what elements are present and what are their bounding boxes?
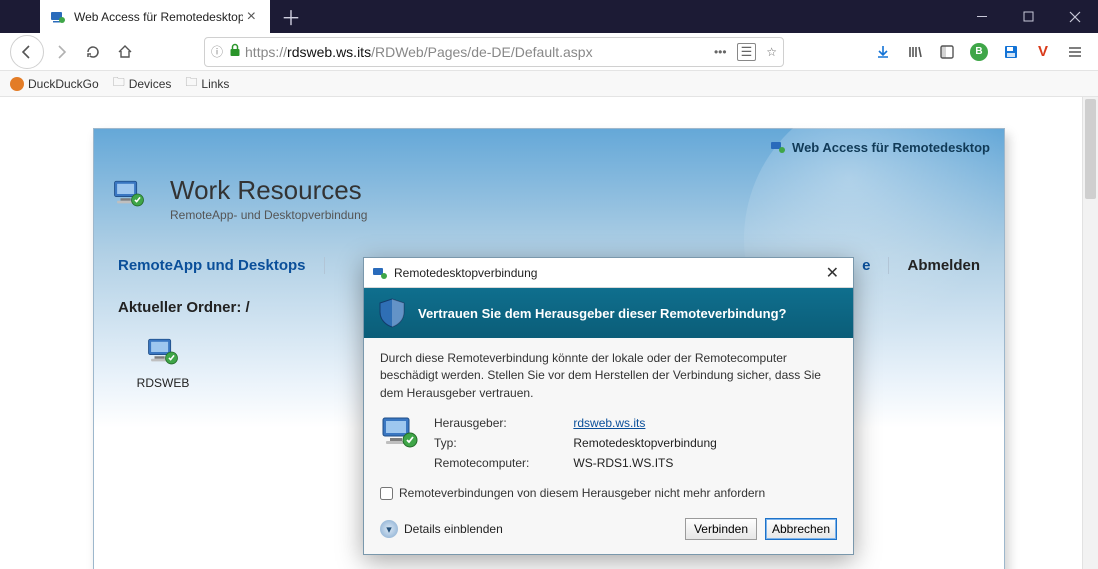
- v-addon-icon[interactable]: V: [1034, 43, 1052, 61]
- shield-icon: [378, 298, 406, 328]
- page-action-dots-icon[interactable]: •••: [714, 45, 727, 59]
- connect-button[interactable]: Verbinden: [685, 518, 757, 540]
- rdweb-header: Work Resources RemoteApp- und Desktopver…: [112, 175, 367, 222]
- rdp-icon: [372, 265, 388, 281]
- bookmark-links[interactable]: 🗀 Links: [185, 73, 229, 94]
- rdweb-body: Aktueller Ordner: / RDSWEB: [118, 299, 250, 390]
- vertical-scrollbar[interactable]: [1082, 97, 1098, 569]
- rdp-trust-dialog: Remotedesktopverbindung ✕ Vertrauen Sie …: [363, 257, 854, 555]
- label-publisher: Herausgeber:: [434, 416, 529, 430]
- window-controls: [960, 0, 1098, 33]
- current-folder-label: Aktueller Ordner: /: [118, 299, 250, 316]
- dialog-banner: Vertrauen Sie dem Herausgeber dieser Rem…: [364, 288, 853, 338]
- tab-favicon: [50, 9, 66, 25]
- remoteapp-name: RDSWEB: [137, 376, 190, 390]
- folder-icon: 🗀: [113, 73, 125, 94]
- dont-ask-checkbox-row[interactable]: Remoteverbindungen von diesem Herausgebe…: [380, 486, 837, 500]
- window-titlebar: Web Access für Remotedesktop × ＋: [0, 0, 1098, 33]
- bookmark-star-icon[interactable]: ☆: [766, 45, 777, 59]
- window-minimize-button[interactable]: [960, 0, 1006, 33]
- url-host: rdsweb.ws.its: [287, 44, 371, 60]
- tab-signout[interactable]: Abmelden: [907, 257, 980, 274]
- window-close-button[interactable]: [1052, 0, 1098, 33]
- rdweb-logo-icon: [112, 179, 158, 219]
- cancel-button[interactable]: Abbrechen: [765, 518, 837, 540]
- library-icon[interactable]: [906, 43, 924, 61]
- bookmark-duckduckgo[interactable]: DuckDuckGo: [10, 77, 99, 91]
- value-type: Remotedesktopverbindung: [573, 436, 716, 450]
- ublock-icon[interactable]: B: [970, 43, 988, 61]
- value-publisher-link[interactable]: rdsweb.ws.its: [573, 416, 716, 430]
- window-maximize-button[interactable]: [1006, 0, 1052, 33]
- toolbar-right: B V: [874, 43, 1088, 61]
- rdweb-title: Work Resources: [170, 175, 367, 206]
- nav-home-button[interactable]: [110, 37, 140, 67]
- tab-close-button[interactable]: ×: [243, 7, 260, 27]
- url-path: /RDWeb/Pages/de-DE/Default.aspx: [371, 44, 593, 60]
- dialog-footer: ▾ Details einblenden Verbinden Abbrechen: [380, 518, 837, 540]
- remoteapp-item[interactable]: RDSWEB: [118, 334, 208, 390]
- dont-ask-checkbox[interactable]: [380, 487, 393, 500]
- bookmark-label: Links: [201, 77, 229, 91]
- dialog-title: Remotedesktopverbindung: [394, 266, 537, 280]
- dialog-banner-text: Vertrauen Sie dem Herausgeber dieser Rem…: [418, 306, 786, 321]
- dialog-close-button[interactable]: ✕: [820, 261, 845, 285]
- sidebar-icon[interactable]: [938, 43, 956, 61]
- show-details-button[interactable]: ▾ Details einblenden: [380, 520, 503, 538]
- rdweb-brand-label: Web Access für Remotedesktop: [770, 139, 990, 155]
- dont-ask-label: Remoteverbindungen von diesem Herausgebe…: [399, 486, 765, 500]
- nav-reload-button[interactable]: [78, 37, 108, 67]
- url-text: https://rdsweb.ws.its/RDWeb/Pages/de-DE/…: [245, 44, 714, 60]
- nav-back-button[interactable]: [10, 35, 44, 69]
- browser-tab[interactable]: Web Access für Remotedesktop ×: [40, 0, 270, 33]
- dialog-info-block: Herausgeber: Typ: Remotecomputer: rdsweb…: [380, 416, 837, 470]
- show-details-label: Details einblenden: [404, 522, 503, 536]
- dialog-info-icon: [380, 416, 420, 470]
- bookmark-label: DuckDuckGo: [28, 77, 99, 91]
- url-protocol: https://: [245, 44, 287, 60]
- downloads-icon[interactable]: [874, 43, 892, 61]
- dialog-warning-text: Durch diese Remoteverbindung könnte der …: [380, 350, 837, 402]
- url-bar[interactable]: ⓘ https://rdsweb.ws.its/RDWeb/Pages/de-D…: [204, 37, 784, 67]
- reader-mode-icon[interactable]: ☰: [737, 43, 757, 61]
- dialog-titlebar[interactable]: Remotedesktopverbindung ✕: [364, 258, 853, 288]
- duckduckgo-icon: [10, 77, 24, 91]
- browser-navbar: ⓘ https://rdsweb.ws.its/RDWeb/Pages/de-D…: [0, 33, 1098, 71]
- bookmark-devices[interactable]: 🗀 Devices: [113, 73, 172, 94]
- hamburger-menu-icon[interactable]: [1066, 43, 1084, 61]
- dialog-body: Durch diese Remoteverbindung könnte der …: [364, 338, 853, 554]
- bookmarks-bar: DuckDuckGo 🗀 Devices 🗀 Links: [0, 71, 1098, 97]
- nav-forward-button[interactable]: [46, 37, 76, 67]
- remoteapp-icon: [118, 334, 208, 370]
- label-remote: Remotecomputer:: [434, 456, 529, 470]
- new-tab-button[interactable]: ＋: [276, 0, 306, 33]
- scrollbar-thumb[interactable]: [1085, 99, 1096, 199]
- chevron-down-icon: ▾: [380, 520, 398, 538]
- value-remote: WS-RDS1.WS.ITS: [573, 456, 716, 470]
- rdweb-subtitle: RemoteApp- und Desktopverbindung: [170, 208, 367, 222]
- rdweb-brand-text: Web Access für Remotedesktop: [792, 140, 990, 155]
- tab-title: Web Access für Remotedesktop: [74, 10, 243, 24]
- site-info-icon[interactable]: ⓘ: [211, 43, 223, 60]
- tab-remoteapps[interactable]: RemoteApp und Desktops: [118, 257, 325, 274]
- label-type: Typ:: [434, 436, 529, 450]
- save-icon[interactable]: [1002, 43, 1020, 61]
- folder-icon: 🗀: [185, 73, 197, 94]
- bookmark-label: Devices: [129, 77, 172, 91]
- tab-help-partial[interactable]: e: [862, 257, 889, 274]
- lock-icon: [229, 43, 241, 60]
